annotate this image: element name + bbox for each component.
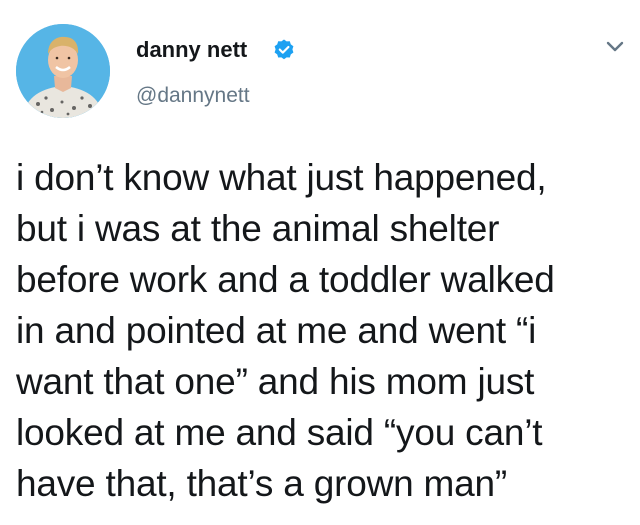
profile-photo-avatar-icon (16, 24, 110, 118)
tweet-text-line: before work and a toddler walked (16, 259, 555, 300)
tweet-card: danny nett @dannynett i don’t know what … (0, 0, 640, 525)
tweet-text-line: in and pointed at me and went “i (16, 310, 537, 351)
display-name[interactable]: danny nett (136, 37, 247, 63)
chevron-down-icon[interactable] (606, 40, 624, 54)
tweet-text-line: have that, that’s a grown man” (16, 463, 508, 504)
tweet-text: i don’t know what just happened, but i w… (16, 152, 626, 509)
tweet-text-line: i don’t know what just happened, (16, 157, 547, 198)
verified-badge-icon (274, 39, 294, 60)
tweet-text-line: want that one” and his mom just (16, 361, 535, 402)
tweet-text-line: looked at me and said “you can’t (16, 412, 543, 453)
tweet-text-line: but i was at the animal shelter (16, 208, 500, 249)
user-handle[interactable]: @dannynett (136, 84, 250, 108)
avatar[interactable] (16, 24, 110, 118)
